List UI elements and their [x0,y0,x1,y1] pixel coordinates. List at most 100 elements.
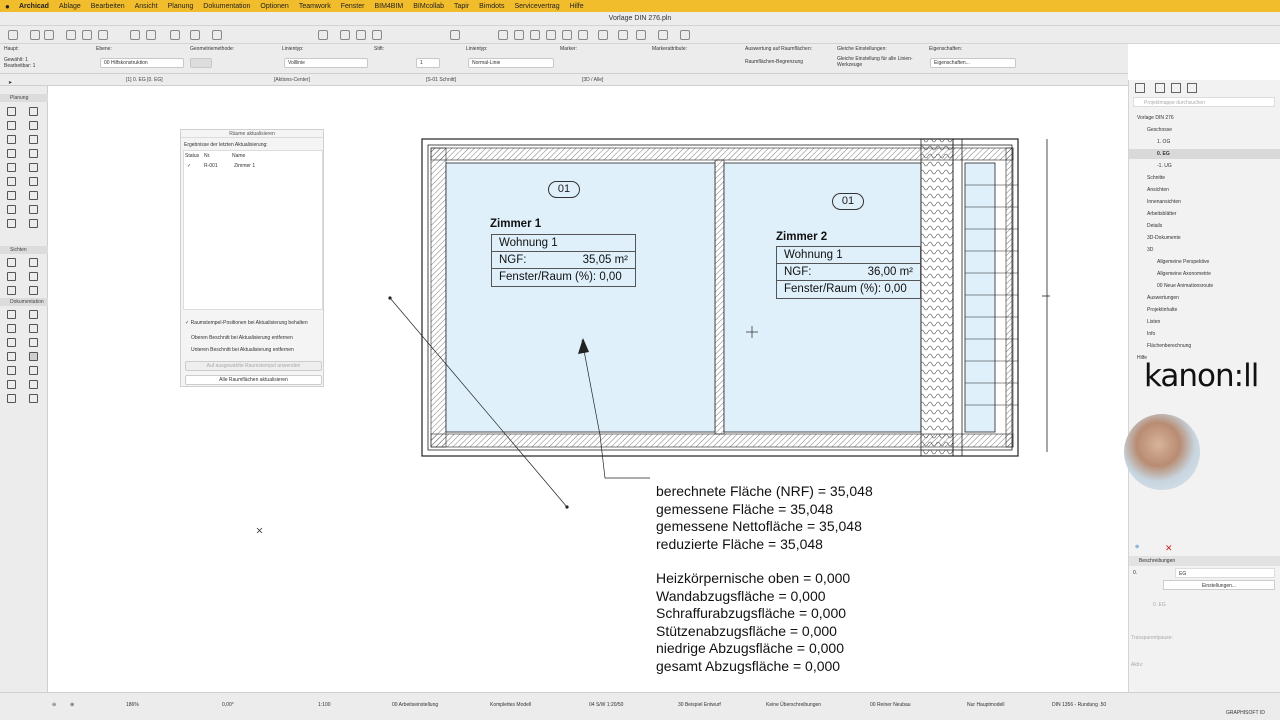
menu-teamwork[interactable]: Teamwork [294,3,336,10]
opening-tool-icon[interactable] [7,219,16,228]
lamp-tool-icon[interactable] [29,191,38,200]
3d-icon[interactable] [530,30,540,40]
menu-ansicht[interactable]: Ansicht [130,3,163,10]
tree-item[interactable]: 00 Neue Animationsroute [1129,281,1280,291]
layout-icon[interactable] [318,30,328,40]
geometry-method-button[interactable] [190,58,212,68]
drawing-tool-icon[interactable] [29,380,38,389]
polyline-tool-icon[interactable] [29,366,38,375]
tab-3d[interactable]: [3D / Alle] [572,74,603,86]
tab-action-center[interactable]: [Aktions-Center] [264,74,310,86]
tree-item[interactable]: Ansichten [1129,185,1280,195]
slab-tool-icon[interactable] [7,135,16,144]
snap-icon[interactable] [146,30,156,40]
tree-item[interactable]: -1. UG [1129,161,1280,171]
mvo[interactable]: 30 Beispiel Entwurf [678,702,721,708]
layout-book-icon[interactable] [1171,83,1181,93]
menu-planung[interactable]: Planung [163,3,199,10]
project-map-icon[interactable] [1135,83,1145,93]
curtain-wall-tool-icon[interactable] [29,163,38,172]
tree-item[interactable]: Allgemeine Perspektive [1129,257,1280,267]
results-list[interactable]: Status Nr. Name ✓ R-001 Zimmer 1 [183,150,323,310]
grid-tool-icon[interactable] [7,394,16,403]
door-tool-icon[interactable] [29,135,38,144]
layers-icon[interactable] [562,30,572,40]
shell-tool-icon[interactable] [7,163,16,172]
menu-fenster[interactable]: Fenster [336,3,370,10]
tree-item[interactable]: Allgemeine Axonometrie [1129,269,1280,279]
save-icon[interactable] [8,30,18,40]
tree-item[interactable]: Flächenberechnung [1129,341,1280,351]
print-icon[interactable] [578,30,588,40]
apple-icon[interactable]: ● [0,2,14,11]
layer-combo[interactable]: 00 Arbeitseinstellung [392,702,438,708]
offset-icon[interactable] [372,30,382,40]
line-tool-icon[interactable] [29,352,38,361]
tree-item[interactable]: 1. OG [1129,137,1280,147]
beam-tool-icon[interactable] [7,121,16,130]
tree-item[interactable]: Innenansichten [1129,197,1280,207]
tree-item[interactable]: Geschosse [1129,125,1280,135]
wall-tool-icon[interactable] [7,107,16,116]
detail-tool-icon[interactable] [7,286,16,295]
toolbox-section-dokumentation[interactable]: Dokumentation [0,298,48,306]
palette-title[interactable]: Räume aktualisieren [181,130,323,138]
model-view[interactable]: Komplettes Modell [490,702,531,708]
line-category-field[interactable]: Normal-Linie [468,58,554,68]
pen-set[interactable]: 04 S/W 1:20/50 [589,702,623,708]
tree-item[interactable]: Details [1129,221,1280,231]
remove-top-checkbox[interactable]: Oberen Beschnitt bei Aktualisierung entf… [191,335,293,341]
menu-tapir[interactable]: Tapir [449,3,474,10]
section-icon[interactable] [546,30,556,40]
redo-icon[interactable] [44,30,54,40]
marquee-tool-icon[interactable] [29,394,38,403]
navigator-search-input[interactable]: Projektmappe durchsuchen [1133,97,1275,107]
tag-icon[interactable] [636,30,646,40]
arrow-tool-icon[interactable] [66,30,76,40]
update-all-button[interactable]: Alle Raumflächen aktualisieren [185,375,322,385]
structure-display[interactable]: Nur Hauptmodell [967,702,1005,708]
settings-button[interactable]: Einstellungen... [1163,580,1275,590]
graphic-overrides[interactable]: Keine Überschreibungen [766,702,821,708]
toolbox-section-planung[interactable]: Planung [0,94,48,102]
menu-bimcollab[interactable]: BIMcollab [408,3,449,10]
renovation-filter[interactable]: 00 Reiner Neubau [870,702,911,708]
dimension-tool-icon[interactable] [7,310,16,319]
menu-bimdots[interactable]: Bimdots [474,3,509,10]
nr-field[interactable]: EG [1175,568,1275,578]
properties-button[interactable]: Eigenschaften... [930,58,1016,68]
elevation-tool-icon[interactable] [29,258,38,267]
skylight-tool-icon[interactable] [29,219,38,228]
window-tool-icon[interactable] [29,121,38,130]
room-2-title[interactable]: Zimmer 2 [776,231,827,243]
remove-bottom-checkbox[interactable]: Unteren Beschnitt bei Aktualisierung ent… [191,347,294,353]
publisher-icon[interactable] [1187,83,1197,93]
teamwork-icon[interactable] [680,30,690,40]
keep-positions-checkbox[interactable]: ✓ Raumstempel-Positionen bei Aktualisier… [185,320,321,326]
graphisoft-id[interactable]: GRAPHISOFT ID [1226,710,1265,716]
mirror-icon[interactable] [340,30,350,40]
label-tool-icon[interactable] [29,324,38,333]
worksheet-tool-icon[interactable] [29,272,38,281]
text-tool-icon[interactable] [7,324,16,333]
split-icon[interactable] [450,30,460,40]
tab-floor-plan[interactable]: [1] 0. EG [0. EG] [116,74,163,86]
same-settings-checkbox[interactable]: Gleiche Einstellung für alle Linien-Werk… [837,56,921,68]
column-tool-icon[interactable] [29,107,38,116]
scale-value[interactable]: 1:100 [318,702,331,708]
renovation-icon[interactable] [658,30,668,40]
undo-icon[interactable] [30,30,40,40]
line-type-field[interactable]: Volllinie [284,58,368,68]
object-tool-icon[interactable] [29,177,38,186]
room-boundary-checkbox[interactable]: Raumflächen-Begrenzung [745,59,803,65]
hash-icon[interactable] [212,30,222,40]
figure-tool-icon[interactable] [29,338,38,347]
measure-icon[interactable] [618,30,628,40]
change-tool-icon[interactable] [29,286,38,295]
tree-item[interactable]: 0. EG [1129,149,1280,159]
room-1-stamp[interactable]: Wohnung 1 NGF: 35,05 m² Fenster/Raum (%):… [491,234,636,287]
dimension-standard[interactable]: DIN 1356 - Rundung .50 [1052,702,1106,708]
room-2-stamp[interactable]: Wohnung 1 NGF: 36,00 m² Fenster/Raum (%):… [776,246,921,299]
menu-hilfe[interactable]: Hilfe [565,3,589,10]
stair-tool-icon[interactable] [7,149,16,158]
